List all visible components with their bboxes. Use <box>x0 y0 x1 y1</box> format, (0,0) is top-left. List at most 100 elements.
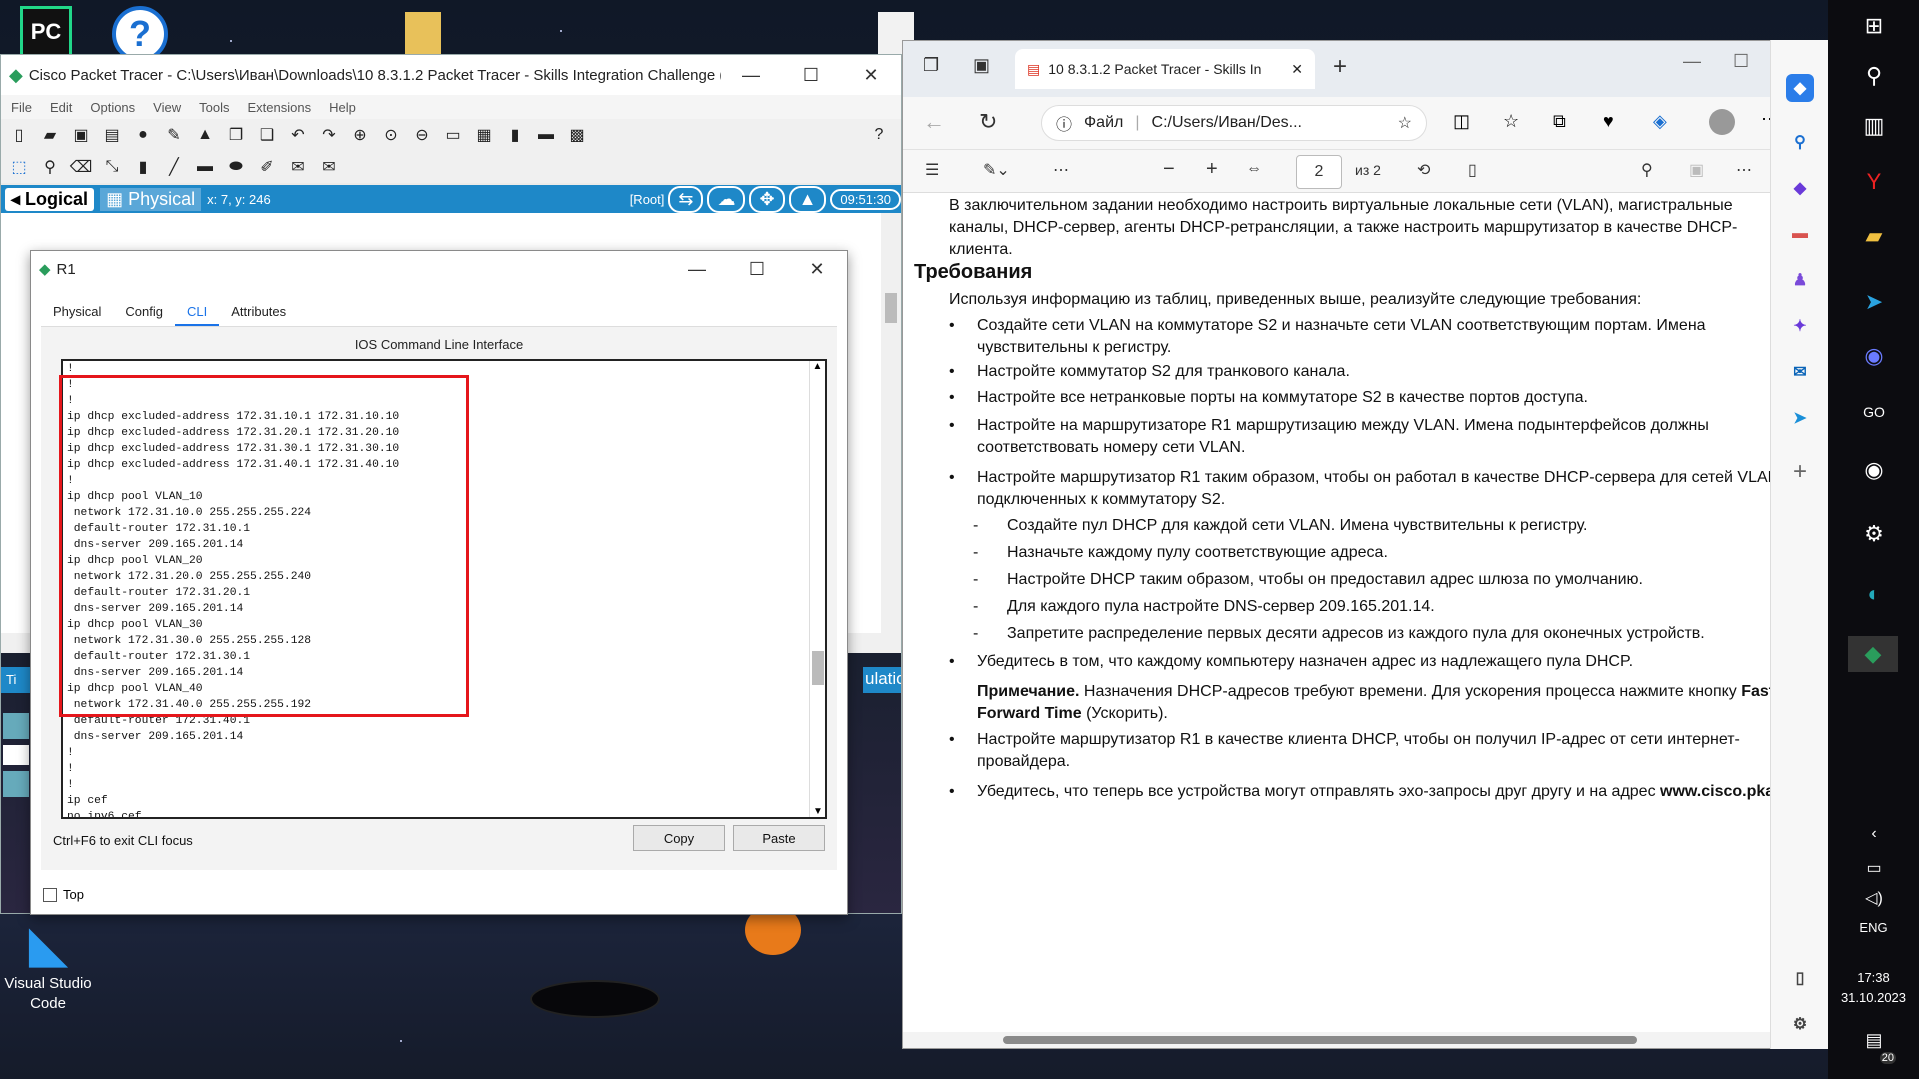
menu-extensions[interactable]: Extensions <box>247 100 311 115</box>
more-tools-icon[interactable]: ⋯ <box>1053 160 1069 180</box>
shopping-icon[interactable]: ◆ <box>1786 174 1814 202</box>
maximize-button[interactable]: ☐ <box>727 259 787 280</box>
background-icon[interactable]: ▲ <box>788 185 827 213</box>
back-icon[interactable]: ⇆ <box>668 185 704 213</box>
yandex-icon[interactable]: Y <box>1856 164 1892 200</box>
steam-icon[interactable]: ⚙ <box>1856 516 1892 552</box>
pdf-hscroll[interactable] <box>903 1032 1809 1048</box>
complex-pdu-icon[interactable]: ✉ <box>317 156 341 178</box>
resize-icon[interactable]: ⤡ <box>100 156 124 178</box>
paste-icon[interactable]: ❑ <box>255 124 279 146</box>
menu-help[interactable]: Help <box>329 100 356 115</box>
menu-view[interactable]: View <box>153 100 181 115</box>
minimize-button[interactable]: — <box>721 65 781 86</box>
help-icon[interactable]: ? <box>867 124 891 146</box>
drawing-palette-icon[interactable]: ▭ <box>441 124 465 146</box>
tab-physical[interactable]: Physical <box>41 299 113 326</box>
top-checkbox[interactable] <box>43 887 57 902</box>
select-icon[interactable]: ⬚ <box>7 156 31 178</box>
favorite-star-icon[interactable]: ☆ <box>1398 113 1412 133</box>
menu-file[interactable]: File <box>11 100 32 115</box>
freeform-icon[interactable]: ✐ <box>255 156 279 178</box>
pdu-icon[interactable]: ▮ <box>503 124 527 146</box>
delete-icon[interactable]: ⌫ <box>69 156 93 178</box>
zoom-out-icon[interactable]: ⊖ <box>410 124 434 146</box>
menu-edit[interactable]: Edit <box>50 100 72 115</box>
redo-icon[interactable]: ↷ <box>317 124 341 146</box>
workspace-vscroll[interactable] <box>881 213 901 653</box>
address-box[interactable]: ⓘ Файл | C:/Users/Иван/Des... ☆ <box>1041 105 1427 141</box>
tab-attributes[interactable]: Attributes <box>219 299 298 326</box>
logical-tab[interactable]: ◂ Logical <box>5 187 95 211</box>
refresh-icon[interactable]: ↻ <box>979 109 997 135</box>
rectangle-icon[interactable]: ▬ <box>193 156 217 178</box>
close-button[interactable]: ✕ <box>787 259 847 280</box>
highlight-icon[interactable]: ✎⌄ <box>983 160 1010 180</box>
copilot-icon[interactable]: ◆ <box>1786 74 1814 102</box>
hide-sidebar-icon[interactable]: ▯ <box>1786 964 1814 992</box>
zoom-reset-icon[interactable]: ⊙ <box>379 124 403 146</box>
copy-icon[interactable]: ❐ <box>224 124 248 146</box>
menu-options[interactable]: Options <box>90 100 135 115</box>
discord-icon[interactable]: ◉ <box>1856 338 1892 374</box>
tray-chevron-icon[interactable]: ‹ <box>1856 816 1892 852</box>
drop-icon[interactable]: ➤ <box>1786 404 1814 432</box>
close-tab-icon[interactable]: ✕ <box>1291 61 1303 78</box>
fit-page-icon[interactable]: ⇔ <box>1246 160 1262 178</box>
edge-icon[interactable]: ◐ <box>1856 576 1892 612</box>
file-explorer-icon[interactable]: ▰ <box>1856 218 1892 254</box>
microsoft365-icon[interactable]: ✦ <box>1786 312 1814 340</box>
cli-terminal[interactable]: !!! ip dhcp excluded-address 172.31.10.1 … <box>61 359 827 819</box>
collections-icon[interactable]: ⧉ <box>1553 111 1566 132</box>
print-icon[interactable]: ▤ <box>100 124 124 146</box>
outlook-icon[interactable]: ✉ <box>1786 358 1814 386</box>
contents-icon[interactable]: ☰ <box>925 160 939 180</box>
workspaces-icon[interactable]: ❐ <box>923 55 939 76</box>
minimize-button[interactable]: — <box>667 259 727 280</box>
realtime-tab[interactable]: Ti <box>1 667 31 693</box>
windows-start-icon[interactable]: ⊞ <box>1856 8 1892 44</box>
packet-tracer-taskbar-icon[interactable]: ◆ <box>1848 636 1898 672</box>
undo-icon[interactable]: ↶ <box>286 124 310 146</box>
tools-icon[interactable]: ▬ <box>1786 220 1814 248</box>
ellipse-icon[interactable]: ⬬ <box>224 156 248 178</box>
avatar[interactable] <box>1709 109 1735 135</box>
favorites-icon[interactable]: ☆ <box>1503 111 1519 132</box>
settings-gear-icon[interactable]: ⚙ <box>1786 1010 1814 1038</box>
search-icon[interactable]: ⚲ <box>1786 128 1814 156</box>
network-info-icon[interactable]: ▬ <box>534 124 558 146</box>
device-category-icon[interactable] <box>3 771 29 797</box>
note-icon[interactable]: ▮ <box>131 156 155 178</box>
inspect-icon[interactable]: ⚲ <box>38 156 62 178</box>
edge-tab-pdf[interactable]: ▤ 10 8.3.1.2 Packet Tracer - Skills In ✕ <box>1015 49 1315 89</box>
performance-icon[interactable]: ♥ <box>1603 111 1614 132</box>
line-icon[interactable]: ╱ <box>162 156 186 178</box>
page-number-input[interactable]: 2 <box>1296 155 1342 189</box>
zoom-out-icon[interactable]: − <box>1163 158 1175 181</box>
wizard-icon[interactable]: ✎ <box>162 124 186 146</box>
device-category-icon[interactable] <box>3 713 29 739</box>
clock-time[interactable]: 17:38 <box>1828 970 1919 985</box>
cli-vscroll[interactable]: ▲ ▼ <box>809 361 825 817</box>
device-category-icon[interactable] <box>3 745 29 765</box>
pycharm-desktop-icon[interactable]: PC <box>20 6 72 58</box>
maximize-button[interactable]: ☐ <box>781 65 841 86</box>
language-indicator[interactable]: ENG <box>1828 920 1919 935</box>
paste-button[interactable]: Paste <box>733 825 825 851</box>
save-icon[interactable]: ▣ <box>1689 160 1704 180</box>
tab-config[interactable]: Config <box>113 299 175 326</box>
menu-tools[interactable]: Tools <box>199 100 229 115</box>
rotate-icon[interactable]: ⟲ <box>1417 160 1430 180</box>
image-icon[interactable]: ▩ <box>565 124 589 146</box>
go-app-icon[interactable]: GO <box>1856 394 1892 430</box>
split-screen-icon[interactable]: ◫ <box>1453 111 1470 132</box>
activity-icon[interactable]: ▲ <box>193 124 217 146</box>
task-view-icon[interactable]: ▥ <box>1856 108 1892 144</box>
physical-tab[interactable]: ▦ Physical <box>100 187 202 211</box>
scroll-down-icon[interactable]: ▼ <box>810 806 825 817</box>
info-icon[interactable]: ⓘ <box>1056 111 1072 135</box>
vscode-desktop-icon[interactable]: ◣ Visual Studio Code <box>0 918 96 1014</box>
tab-actions-icon[interactable]: ▣ <box>973 55 990 76</box>
custom-device-icon[interactable]: ▦ <box>472 124 496 146</box>
workspace-vscroll-thumb[interactable] <box>885 293 897 323</box>
